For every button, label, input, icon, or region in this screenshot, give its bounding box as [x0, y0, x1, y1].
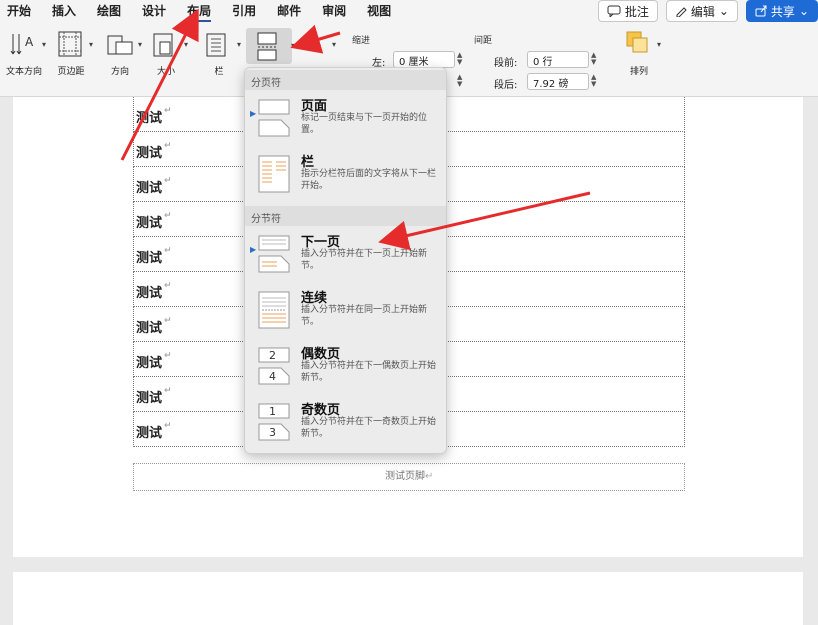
continuous-section-icon	[258, 291, 290, 329]
cell-text: 测试	[136, 181, 163, 196]
next-page-section-icon	[258, 235, 290, 273]
space-after-field[interactable]: 7.92 磅	[527, 73, 589, 90]
pointer-icon: ▶	[250, 245, 257, 254]
menu-item-desc: 插入分节符并在下一奇数页上开始新节。	[301, 417, 437, 439]
menu-item-page[interactable]: ▶ 页面 标记一页结束与下一页开始的位置。	[245, 92, 446, 147]
spacing-label: 间距	[474, 36, 493, 46]
cell-text: 测试	[136, 216, 163, 231]
tab-draw[interactable]: 绘图	[97, 0, 121, 22]
share-button[interactable]: 共享 ⌄	[745, 0, 818, 22]
section-header-page-breaks: 分页符	[245, 70, 446, 90]
text-direction-tool[interactable]: A ▾ 文本方向	[6, 30, 46, 77]
size-icon: ▾	[152, 30, 188, 60]
section-header-section-breaks: 分节符	[245, 206, 446, 226]
orientation-icon: ▾	[106, 30, 142, 60]
footer-text: 测试页脚↵	[385, 471, 434, 482]
pencil-icon	[676, 7, 687, 17]
text-direction-icon: A ▾	[10, 30, 46, 60]
comment-label: 批注	[624, 4, 649, 19]
indent-left-field[interactable]: 0 厘米	[393, 51, 455, 68]
space-after-stepper[interactable]: ▲ ▼	[591, 74, 596, 88]
columns-tool[interactable]: ▾ 栏	[205, 30, 241, 77]
svg-text:⁞: ⁞	[302, 36, 305, 47]
orientation-label: 方向	[110, 67, 129, 77]
tab-home[interactable]: 开始	[7, 0, 31, 22]
ribbon-tabs: 开始 插入 绘图 设计 布局 引用 邮件 审阅 视图	[0, 0, 405, 22]
comment-button[interactable]: 批注	[597, 0, 658, 22]
pointer-icon: ▶	[250, 109, 257, 118]
edit-button[interactable]: 编辑 ⌄	[665, 0, 738, 22]
share-label: 共享	[770, 4, 795, 19]
menu-item-desc: 插入分节符并在下一页上开始新节。	[301, 249, 428, 271]
line-numbers-icon: ⁞ ▾	[302, 36, 336, 49]
tab-view[interactable]: 视图	[367, 0, 391, 22]
svg-text:A: A	[25, 35, 34, 49]
menu-item-desc: 插入分节符并在同一页上开始新节。	[301, 305, 428, 327]
indent-right-stepper[interactable]: ▲ ▼	[457, 74, 462, 88]
cell-text: 测试	[136, 426, 163, 441]
space-before-stepper[interactable]: ▲ ▼	[591, 52, 596, 66]
margins-tool[interactable]: ▾ 页边距	[57, 30, 93, 77]
columns-icon: ▾	[205, 30, 241, 60]
tab-review[interactable]: 审阅	[322, 0, 346, 22]
cell-text: 测试	[136, 321, 163, 336]
chevron-down-icon: ⌄	[718, 4, 729, 18]
cell-text: 测试	[136, 251, 163, 266]
size-tool[interactable]: ▾ 大小	[152, 30, 188, 77]
column-break-icon	[258, 155, 290, 193]
cell-text: 测试	[136, 111, 163, 126]
orientation-tool[interactable]: ▾ 方向	[106, 30, 142, 77]
tab-references[interactable]: 引用	[232, 0, 256, 22]
space-before-field[interactable]: 0 行	[527, 51, 589, 68]
breaks-menu: 分页符 ▶ 页面 标记一页结束与下一页开始的位置。 栏 指示分栏符后面的文字将从…	[244, 67, 447, 454]
margins-label: 页边距	[57, 67, 85, 77]
page-break-icon	[258, 99, 290, 137]
arrange-icon: ▾	[625, 30, 661, 60]
cell-text: 测试	[136, 391, 163, 406]
text-direction-label: 文本方向	[6, 67, 43, 77]
svg-text:3: 3	[269, 426, 276, 439]
menu-item-desc: 插入分节符并在下一偶数页上开始新节。	[301, 361, 437, 383]
comment-icon	[607, 5, 621, 17]
chevron-down-icon: ⌄	[798, 4, 809, 18]
even-page-section-icon: 24	[258, 347, 290, 385]
tab-design[interactable]: 设计	[142, 0, 166, 22]
menu-item-odd-page[interactable]: 13 奇数页 插入分节符并在下一奇数页上开始新节。	[245, 396, 446, 451]
indent-label: 缩进	[352, 36, 371, 46]
menu-item-continuous[interactable]: 连续 插入分节符并在同一页上开始新节。	[245, 284, 446, 339]
svg-text:4: 4	[269, 370, 276, 383]
top-actions: 批注 编辑 ⌄ 共享 ⌄	[597, 0, 818, 22]
document-page-next	[13, 572, 803, 625]
space-after-label: 段后:	[494, 80, 518, 91]
size-label: 大小	[156, 67, 175, 77]
menu-item-next-page[interactable]: ▶ 下一页 插入分节符并在下一页上开始新节。	[245, 228, 446, 283]
edit-label: 编辑	[690, 4, 715, 19]
cell-text: 测试	[136, 286, 163, 301]
share-icon	[755, 5, 767, 17]
columns-label: 栏	[214, 67, 224, 77]
tab-mailings[interactable]: 邮件	[277, 0, 301, 22]
menu-item-desc: 标记一页结束与下一页开始的位置。	[301, 113, 428, 135]
menu-item-column[interactable]: 栏 指示分栏符后面的文字将从下一栏开始。	[245, 148, 446, 203]
svg-text:2: 2	[269, 349, 276, 362]
cell-text: 测试	[136, 146, 163, 161]
arrange-label: 排列	[629, 67, 648, 77]
menu-item-even-page[interactable]: 24 偶数页 插入分节符并在下一偶数页上开始新节。	[245, 340, 446, 395]
svg-text:1: 1	[269, 405, 276, 418]
menu-item-desc: 指示分栏符后面的文字将从下一栏开始。	[301, 169, 437, 191]
breaks-button[interactable]: ▾	[246, 28, 295, 64]
odd-page-section-icon: 13	[258, 403, 290, 441]
indent-left-stepper[interactable]: ▲ ▼	[457, 52, 462, 66]
margins-icon: ▾	[57, 30, 93, 60]
page-break-icon: ▾	[255, 31, 295, 61]
cell-text: 测试	[136, 356, 163, 371]
tab-insert[interactable]: 插入	[52, 0, 76, 22]
tab-layout[interactable]: 布局	[187, 0, 212, 22]
line-numbers-tool[interactable]: ⁞ ▾	[300, 30, 336, 60]
arrange-tool[interactable]: ▾ 排列	[625, 30, 661, 77]
space-before-label: 段前:	[494, 58, 518, 69]
